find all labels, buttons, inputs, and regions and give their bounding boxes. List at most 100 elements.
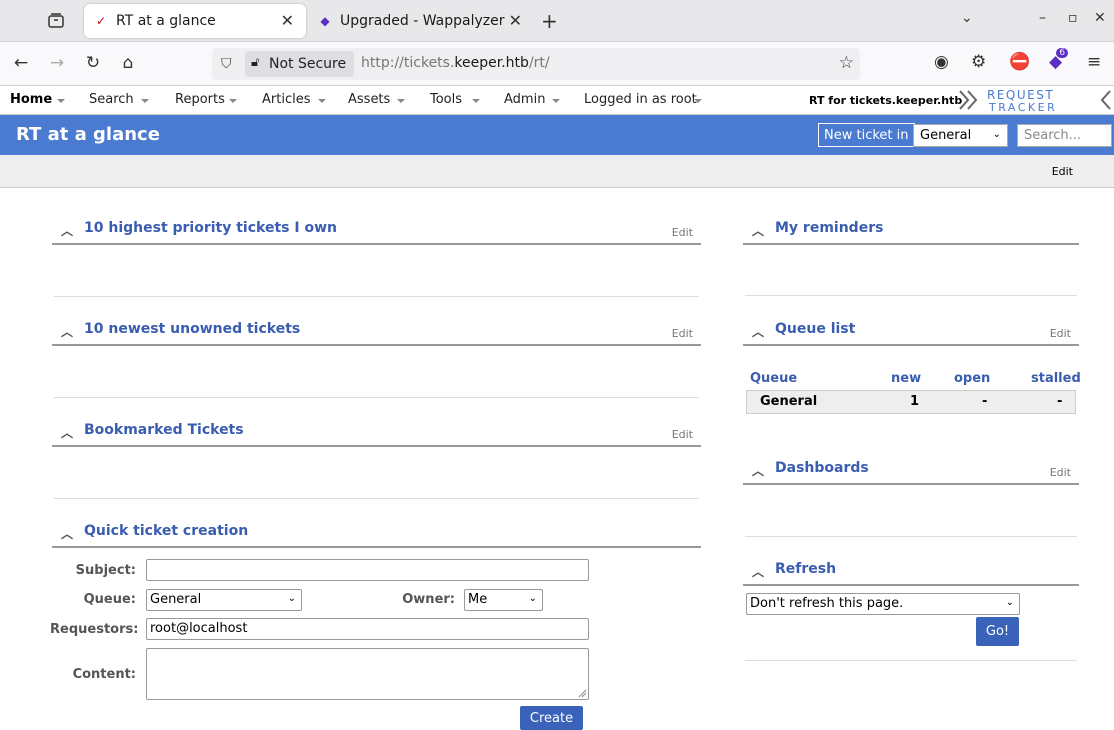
collapse-icon[interactable]: ︿ xyxy=(61,424,73,441)
widget-edit-link[interactable]: Edit xyxy=(672,327,693,340)
widget-title[interactable]: Bookmarked Tickets xyxy=(84,422,244,438)
subject-input[interactable] xyxy=(146,559,589,581)
new-tab-icon[interactable]: + xyxy=(541,9,558,33)
browser-nav-bar: ← → ↻ ⌂ ⛉ 🔓︎ Not Secure http://tickets.k… xyxy=(0,42,1114,86)
col-new: new xyxy=(891,371,922,386)
requestors-input[interactable]: root@localhost xyxy=(146,618,589,640)
divider xyxy=(54,498,699,499)
widget-my-reminders: ︿ My reminders xyxy=(743,218,1079,298)
collapse-icon[interactable]: ︿ xyxy=(61,222,73,239)
collapse-icon[interactable]: ︿ xyxy=(752,323,764,340)
new-ticket-button[interactable]: New ticket in xyxy=(818,123,915,147)
content-textarea[interactable] xyxy=(146,648,589,700)
page-title: RT at a glance xyxy=(16,124,160,145)
tab-rt-at-a-glance[interactable]: ✓ RT at a glance ✕ xyxy=(84,4,306,38)
reload-icon[interactable]: ↻ xyxy=(82,53,104,73)
owner-select[interactable]: Me ⌄ xyxy=(464,589,543,611)
widget-title[interactable]: My reminders xyxy=(775,220,883,236)
collapse-icon[interactable]: ︿ xyxy=(61,323,73,340)
rt-main-menu: Home Search Reports Articles Assets Tool… xyxy=(0,86,1114,115)
col-open: open xyxy=(954,371,991,386)
tracking-shield-icon[interactable]: ⛉ xyxy=(221,56,232,72)
url-bar[interactable]: ⛉ 🔓︎ Not Secure http://tickets.keeper.ht… xyxy=(212,48,860,80)
chevron-down-icon[interactable] xyxy=(397,99,405,103)
url-text[interactable]: http://tickets.keeper.htb/rt/ xyxy=(361,55,550,71)
chevron-down-icon[interactable] xyxy=(318,99,326,103)
collapse-icon[interactable]: ︿ xyxy=(752,462,764,479)
menu-reports[interactable]: Reports xyxy=(175,92,225,107)
tab-wappalyzer[interactable]: ◆ Upgraded - Wappalyzer ✕ xyxy=(312,4,534,38)
chevron-down-icon[interactable] xyxy=(694,99,702,103)
account-icon[interactable]: ◉ xyxy=(934,52,949,72)
extension-badge: 6 xyxy=(1056,48,1069,58)
menu-search[interactable]: Search xyxy=(89,92,134,107)
list-tabs-icon[interactable]: ⌄ xyxy=(961,10,973,26)
queue-select[interactable]: General ⌄ xyxy=(146,589,302,611)
widget-title[interactable]: 10 highest priority tickets I own xyxy=(84,220,337,236)
menu-admin[interactable]: Admin xyxy=(504,92,545,107)
widget-title[interactable]: Dashboards xyxy=(775,460,869,476)
widget-title[interactable]: 10 newest unowned tickets xyxy=(84,321,300,337)
menu-assets[interactable]: Assets xyxy=(348,92,390,107)
widget-edit-link[interactable]: Edit xyxy=(1050,466,1071,479)
menu-logged-in[interactable]: Logged in as root xyxy=(584,92,697,107)
widget-title[interactable]: Queue list xyxy=(775,321,855,337)
close-tab-icon[interactable]: ✕ xyxy=(281,11,294,30)
queue-name-link[interactable]: General xyxy=(760,394,817,409)
refresh-select[interactable]: Don't refresh this page. ⌄ xyxy=(746,593,1020,615)
collapse-icon[interactable]: ︿ xyxy=(752,222,764,239)
widget-edit-link[interactable]: Edit xyxy=(1050,327,1071,340)
widget-title[interactable]: Refresh xyxy=(775,561,836,577)
menu-articles[interactable]: Articles xyxy=(262,92,310,107)
back-icon[interactable]: ← xyxy=(10,53,32,73)
maximize-icon[interactable]: ▫ xyxy=(1068,10,1078,26)
menu-icon[interactable]: ≡ xyxy=(1087,52,1101,72)
queue-new-count[interactable]: 1 xyxy=(910,394,919,409)
extension-blocker-icon[interactable]: ⛔ xyxy=(1009,52,1030,72)
new-ticket-queue-select[interactable]: General ⌄ xyxy=(913,124,1008,147)
chevron-down-icon[interactable] xyxy=(57,99,65,103)
collapse-icon[interactable]: ︿ xyxy=(61,525,73,542)
chevron-down-icon[interactable] xyxy=(552,99,560,103)
rt-favicon-icon: ✓ xyxy=(95,14,107,28)
tab-title: RT at a glance xyxy=(116,13,216,29)
chevron-down-icon[interactable] xyxy=(472,99,480,103)
edit-page-link[interactable]: Edit xyxy=(1052,165,1073,178)
home-icon[interactable]: ⌂ xyxy=(117,53,139,73)
tab-title: Upgraded - Wappalyzer xyxy=(340,13,505,29)
queue-open-count: - xyxy=(982,394,988,409)
widget-edit-link[interactable]: Edit xyxy=(672,226,693,239)
bookmark-star-icon[interactable]: ☆ xyxy=(839,53,854,73)
minimize-icon[interactable]: – xyxy=(1039,10,1046,26)
requestors-label: Requestors: xyxy=(50,622,139,637)
go-button[interactable]: Go! xyxy=(976,617,1019,646)
close-tab-icon[interactable]: ✕ xyxy=(509,11,522,30)
queue-select-value: General xyxy=(150,592,202,607)
logo-text-top: REQUEST xyxy=(987,88,1054,102)
page-header: RT at a glance New ticket in General ⌄ S… xyxy=(0,115,1114,155)
rt-instance-label: RT for tickets.keeper.htb xyxy=(809,94,963,107)
chevron-down-icon[interactable] xyxy=(141,99,149,103)
close-window-icon[interactable]: ✕ xyxy=(1094,10,1106,26)
not-secure-label: Not Secure xyxy=(269,56,347,72)
refresh-select-value: Don't refresh this page. xyxy=(750,596,904,611)
search-input[interactable]: Search... xyxy=(1017,124,1112,147)
collapse-icon[interactable]: ︿ xyxy=(752,563,764,580)
content-label: Content: xyxy=(72,667,136,682)
create-button[interactable]: Create xyxy=(520,706,583,730)
extensions-icon[interactable]: ⚙ xyxy=(971,52,986,72)
chevron-down-icon: ⌄ xyxy=(528,593,537,604)
menu-home[interactable]: Home xyxy=(10,92,52,107)
resize-handle-icon[interactable] xyxy=(577,688,587,698)
widget-title[interactable]: Quick ticket creation xyxy=(84,523,248,539)
widget-titlebar: ︿ My reminders xyxy=(743,218,1079,245)
forward-icon[interactable]: → xyxy=(46,53,68,73)
request-tracker-logo: REQUEST TRACKER xyxy=(959,88,1111,113)
widget-edit-link[interactable]: Edit xyxy=(672,428,693,441)
chevron-down-icon[interactable] xyxy=(229,99,237,103)
menu-tools[interactable]: Tools xyxy=(430,92,462,107)
site-info-button[interactable]: 🔓︎ Not Secure xyxy=(245,51,355,77)
divider xyxy=(745,660,1077,661)
tab-overview-icon[interactable] xyxy=(46,11,66,31)
wappalyzer-extension-icon[interactable]: ◆ 6 xyxy=(1049,48,1069,72)
